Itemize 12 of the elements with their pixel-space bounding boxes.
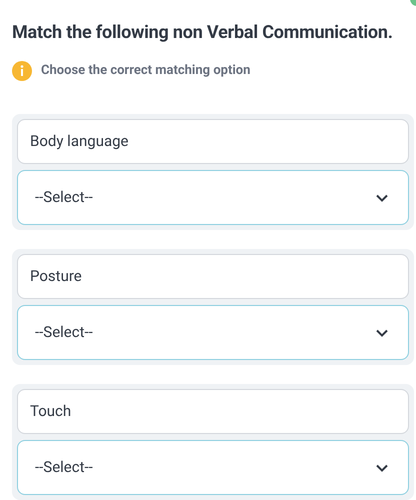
- prompt-box: Body language: [17, 119, 409, 164]
- prompt-box: Posture: [17, 254, 409, 299]
- info-icon: [12, 61, 32, 81]
- chevron-down-icon: [376, 194, 388, 202]
- select-dropdown[interactable]: --Select--: [17, 305, 409, 360]
- chevron-down-icon: [376, 464, 388, 472]
- prompt-box: Touch: [17, 389, 409, 434]
- select-dropdown[interactable]: --Select--: [17, 440, 409, 495]
- question-title: Match the following non Verbal Communication.: [12, 21, 394, 45]
- select-dropdown[interactable]: --Select--: [17, 170, 409, 225]
- chevron-down-icon: [376, 328, 388, 336]
- hint-text: Choose the correct matching option: [41, 62, 250, 80]
